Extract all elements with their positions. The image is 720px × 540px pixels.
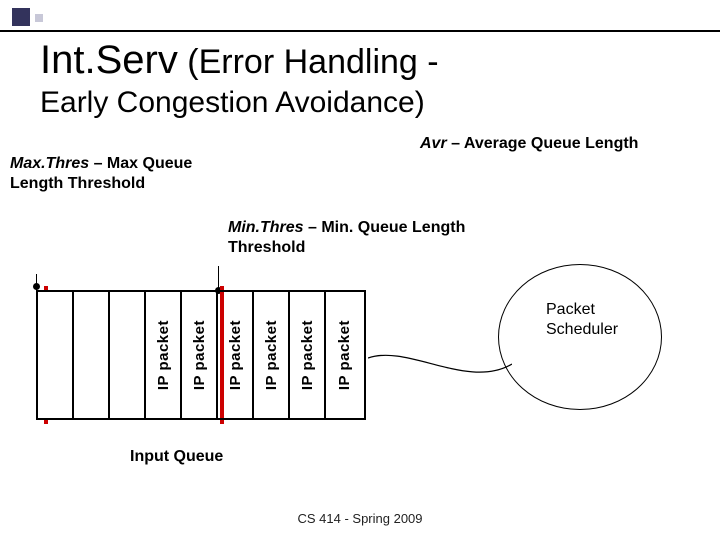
input-queue-caption: Input Queue [130,448,223,466]
decor-square-dark [12,8,30,26]
packet-label: IP packet [299,320,316,390]
slide-title-line2: Early Congestion Avoidance) [40,86,425,120]
queue-slot-packet: IP packet [182,292,218,418]
label-avr-def: – Average Queue Length [447,135,639,152]
title-main: Int.Serv [40,38,178,82]
label-minthres: Min.Thres – Min. Queue Length Threshold [228,218,478,258]
title-rest: (Error Handling - [178,43,439,81]
queue-slot-packet: IP packet [254,292,290,418]
label-avr: Avr – Average Queue Length [420,134,700,154]
queue-to-scheduler-connector [368,350,512,384]
queue-slot-empty [110,292,146,418]
queue-slot-packet: IP packet [146,292,182,418]
slide: Int.Serv (Error Handling - Early Congest… [0,0,720,540]
queue-slot-empty [74,292,110,418]
packet-label: IP packet [155,320,172,390]
queue-slot-empty [38,292,74,418]
packet-label: IP packet [227,320,244,390]
queue-slot-packet: IP packet [218,292,254,418]
queue-slot-packet: IP packet [326,292,362,418]
queue-slot-packet: IP packet [290,292,326,418]
label-minthres-term: Min.Thres [228,219,304,236]
slide-title-line1: Int.Serv (Error Handling - [40,38,439,83]
slide-footer: CS 414 - Spring 2009 [0,511,720,526]
label-avr-term: Avr [420,135,447,152]
scheduler-label-l1: Packet [546,301,595,318]
label-maxthres-term: Max.Thres [10,155,89,172]
scheduler-label-l2: Scheduler [546,321,618,338]
max-threshold-tick [36,274,37,290]
input-queue: IP packet IP packet IP packet IP packet … [36,290,366,420]
decor-rule [0,30,720,32]
min-threshold-tick [218,266,219,292]
decor-square-light [35,14,43,22]
label-maxthres: Max.Thres – Max Queue Length Threshold [10,154,220,194]
packet-label: IP packet [191,320,208,390]
packet-scheduler-label: Packet Scheduler [546,300,618,340]
packet-label: IP packet [263,320,280,390]
packet-label: IP packet [336,320,353,390]
